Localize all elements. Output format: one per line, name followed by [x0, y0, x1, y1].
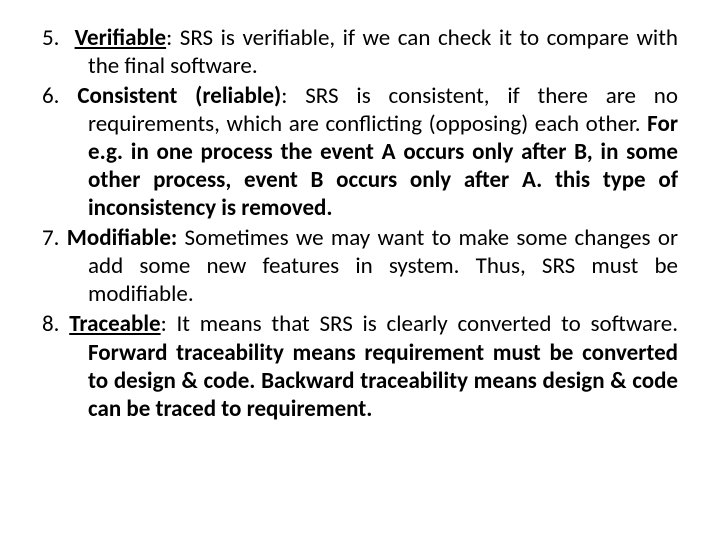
item-term: Modifiable:	[67, 224, 177, 252]
item-term: Verifiable	[75, 24, 167, 52]
list-item: 8. Traceable: It means that SRS is clear…	[42, 310, 678, 422]
item-body: Sometimes we may want to make some chang…	[88, 224, 678, 308]
item-body: It means that SRS is clearly converted t…	[167, 310, 678, 338]
item-number: 6.	[42, 82, 59, 110]
list-item: 7. Modifiable: Sometimes we may want to …	[42, 224, 678, 308]
item-number: 7.	[42, 224, 59, 252]
item-body-bold: Forward traceability means requirement m…	[88, 339, 678, 423]
list-item: 6. Consistent (reliable): SRS is consist…	[42, 82, 678, 222]
item-body: SRS is verifiable, if we can check it to…	[88, 24, 678, 80]
item-number: 5.	[42, 24, 59, 52]
document-page: 5. Verifiable: SRS is verifiable, if we …	[0, 0, 720, 540]
list-item: 5. Verifiable: SRS is verifiable, if we …	[42, 24, 678, 80]
item-number: 8.	[42, 310, 59, 338]
item-term: Consistent (reliable)	[77, 82, 281, 110]
item-term: Traceable	[69, 310, 160, 338]
